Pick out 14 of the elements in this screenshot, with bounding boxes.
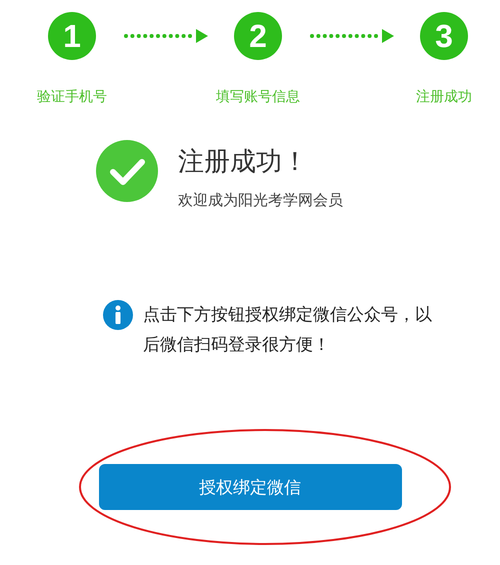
success-title: 注册成功！: [178, 146, 309, 179]
step-label: 验证手机号: [37, 88, 107, 106]
dotted-arrow-icon: [122, 28, 208, 44]
step-number: 2: [234, 12, 282, 60]
info-icon: [103, 300, 133, 330]
bind-wechat-button[interactable]: 授权绑定微信: [98, 464, 402, 510]
notice-text: 点击下方按钮授权绑定微信公众号，以后微信扫码登录很方便！: [143, 304, 433, 357]
step-label: 注册成功: [416, 88, 472, 106]
dotted-arrow-icon: [308, 28, 394, 44]
welcome-text: 欢迎成为阳光考学网会员: [178, 191, 343, 210]
step-number: 3: [420, 12, 468, 60]
step-label: 填写账号信息: [216, 88, 300, 106]
step-number: 1: [48, 12, 96, 60]
check-circle-icon: [96, 140, 158, 202]
